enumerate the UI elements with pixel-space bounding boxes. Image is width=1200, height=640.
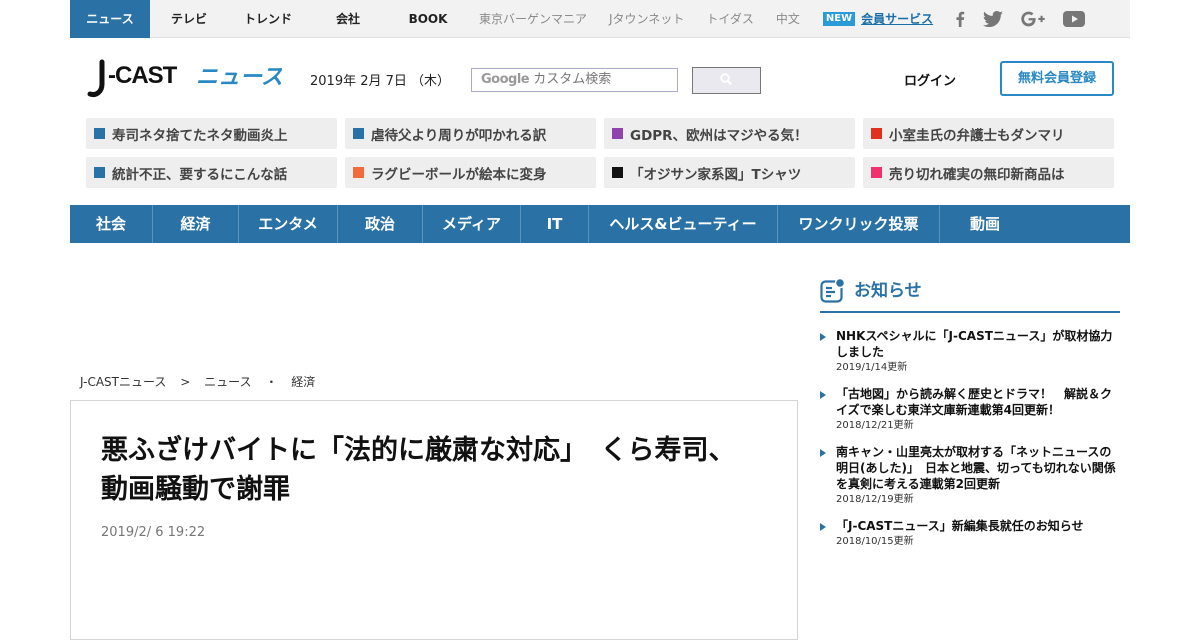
category-it[interactable]: IT [521,205,589,243]
topic-item[interactable]: 小室圭氏の弁護士もダンマリ [863,118,1114,149]
notice-heading: お知らせ [854,281,922,301]
google-brand: Google [481,72,530,87]
breadcrumb: J-CASTニュース > ニュース ・ 経済 [80,373,325,390]
category-one-click-vote[interactable]: ワンクリック投票 [778,205,940,243]
topic-marker [94,128,105,139]
topic-marker [353,128,364,139]
topic-marker [353,167,364,178]
category-economy[interactable]: 経済 [153,205,239,243]
bullet-triangle-icon [820,391,826,399]
top-nav-chinese[interactable]: 中文 [765,0,811,38]
notice-list: NHKスペシャルに「J-CASTニュース」が取材協力しました 2019/1/14… [820,328,1120,560]
category-video[interactable]: 動画 [940,205,1030,243]
topic-label: GDPR、欧州はマジやる気！ [630,127,808,144]
search-icon [720,71,733,90]
search-button[interactable] [692,67,761,94]
top-nav: ニュース テレビ トレンド 会社 BOOK 東京バーゲンマニア Jタウンネット … [70,0,1130,38]
top-nav-j-town-net[interactable]: Jタウンネット [598,0,695,38]
new-badge: NEW [822,11,856,26]
top-nav-bargain-mania[interactable]: 東京バーゲンマニア [468,0,598,38]
notice-header: お知らせ [820,277,1120,313]
top-nav-company[interactable]: 会社 [308,0,388,38]
topic-label: 寿司ネタ捨てたネタ動画炎上 [112,127,288,144]
top-nav-toidasu[interactable]: トイダス [695,0,765,38]
category-entertainment[interactable]: エンタメ [239,205,338,243]
notice-text[interactable]: 「古地図」から読み解く歴史とドラマ！ 解説＆クイズで楽しむ東洋文庫新連載第4回更… [836,386,1120,418]
bullet-triangle-icon [820,523,826,531]
top-nav-trend[interactable]: トレンド [228,0,308,38]
google-plus-icon[interactable] [1021,11,1045,27]
facebook-icon[interactable] [955,11,965,27]
topic-item[interactable]: 寿司ネタ捨てたネタ動画炎上 [86,118,337,149]
topic-marker [871,128,882,139]
topic-item[interactable]: GDPR、欧州はマジやる気！ [604,118,855,149]
j-cast-logo[interactable]: -CAST ニュース [86,56,283,100]
social-links [955,10,1086,27]
current-date: 2019年 2月 7日 （木） [310,74,451,89]
breadcrumb-home[interactable]: J-CASTニュース [80,375,166,389]
topic-marker [871,167,882,178]
twitter-icon[interactable] [983,10,1004,27]
notice-item[interactable]: 南キャン・山里亮太が取材する「ネットニュースの明日(あした)」 日本と地震、切っ… [820,444,1120,507]
topic-label: ラグビーボールが絵本に変身 [371,166,547,183]
topic-item[interactable]: 統計不正、要するにこんな話 [86,157,337,188]
topic-item[interactable]: 虐待父より周りが叩かれる訳 [345,118,596,149]
search-input[interactable]: Google カスタム検索 [471,68,678,92]
category-politics[interactable]: 政治 [338,205,423,243]
category-society[interactable]: 社会 [70,205,153,243]
trending-topics: 寿司ネタ捨てたネタ動画炎上 虐待父より周りが叩かれる訳 GDPR、欧州はマジやる… [86,118,1114,188]
article-card: 悪ふざけバイトに「法的に厳粛な対応」 くら寿司、動画騒動で謝罪 2019/2/ … [70,400,798,640]
breadcrumb-separator: ・ [265,375,278,389]
notice-date: 2018/12/19更新 [836,494,914,505]
member-service-link[interactable]: 会員サービス [861,10,933,27]
notice-date: 2018/10/15更新 [836,536,914,547]
breadcrumb-news[interactable]: ニュース [204,375,251,389]
article-title: 悪ふざけバイトに「法的に厳粛な対応」 くら寿司、動画騒動で謝罪 [101,435,736,505]
topic-marker [612,167,623,178]
topic-marker [612,128,623,139]
breadcrumb-economy[interactable]: 経済 [291,375,315,389]
register-button[interactable]: 無料会員登録 [1000,61,1114,96]
topic-label: 売り切れ確実の無印新商品は [889,166,1065,183]
youtube-icon[interactable] [1063,10,1086,27]
top-nav-news[interactable]: ニュース [70,0,150,38]
topic-label: 統計不正、要するにこんな話 [112,166,288,183]
topic-item[interactable]: 「オジサン家系図」Tシャツ [604,157,855,188]
topic-label: 「オジサン家系図」Tシャツ [630,166,802,183]
topic-label: 虐待父より周りが叩かれる訳 [371,127,547,144]
notice-text[interactable]: 「J-CASTニュース」新編集長就任のお知らせ [836,518,1084,534]
top-nav-book[interactable]: BOOK [388,0,468,38]
topic-label: 小室圭氏の弁護士もダンマリ [889,127,1065,144]
svg-text:-CAST: -CAST [108,62,178,89]
category-health-beauty[interactable]: ヘルス&ビューティー [589,205,778,243]
svg-text:ニュース: ニュース [196,65,282,90]
notice-text[interactable]: 南キャン・山里亮太が取材する「ネットニュースの明日(あした)」 日本と地震、切っ… [836,444,1120,492]
category-media[interactable]: メディア [423,205,521,243]
category-nav: 社会 経済 エンタメ 政治 メディア IT ヘルス&ビューティー ワンクリック投… [70,205,1130,243]
notice-item[interactable]: 「古地図」から読み解く歴史とドラマ！ 解説＆クイズで楽しむ東洋文庫新連載第4回更… [820,386,1120,433]
article-date: 2019/2/ 6 19:22 [101,525,206,540]
notice-date: 2019/1/14更新 [836,362,908,373]
topic-marker [94,167,105,178]
notice-item[interactable]: 「J-CASTニュース」新編集長就任のお知らせ 2018/10/15更新 [820,518,1120,549]
topic-item[interactable]: 売り切れ確実の無印新商品は [863,157,1114,188]
top-bar: ニュース テレビ トレンド 会社 BOOK 東京バーゲンマニア Jタウンネット … [0,0,1200,38]
topic-item[interactable]: ラグビーボールが絵本に変身 [345,157,596,188]
notice-date: 2018/12/21更新 [836,420,914,431]
notice-icon [820,277,846,308]
top-nav-tv[interactable]: テレビ [150,0,228,38]
bullet-triangle-icon [820,333,826,341]
notice-item[interactable]: NHKスペシャルに「J-CASTニュース」が取材協力しました 2019/1/14… [820,328,1120,375]
breadcrumb-separator: > [180,375,191,389]
notice-text[interactable]: NHKスペシャルに「J-CASTニュース」が取材協力しました [836,328,1120,360]
bullet-triangle-icon [820,449,826,457]
search-placeholder: カスタム検索 [533,72,612,87]
login-link[interactable]: ログイン [904,70,956,89]
